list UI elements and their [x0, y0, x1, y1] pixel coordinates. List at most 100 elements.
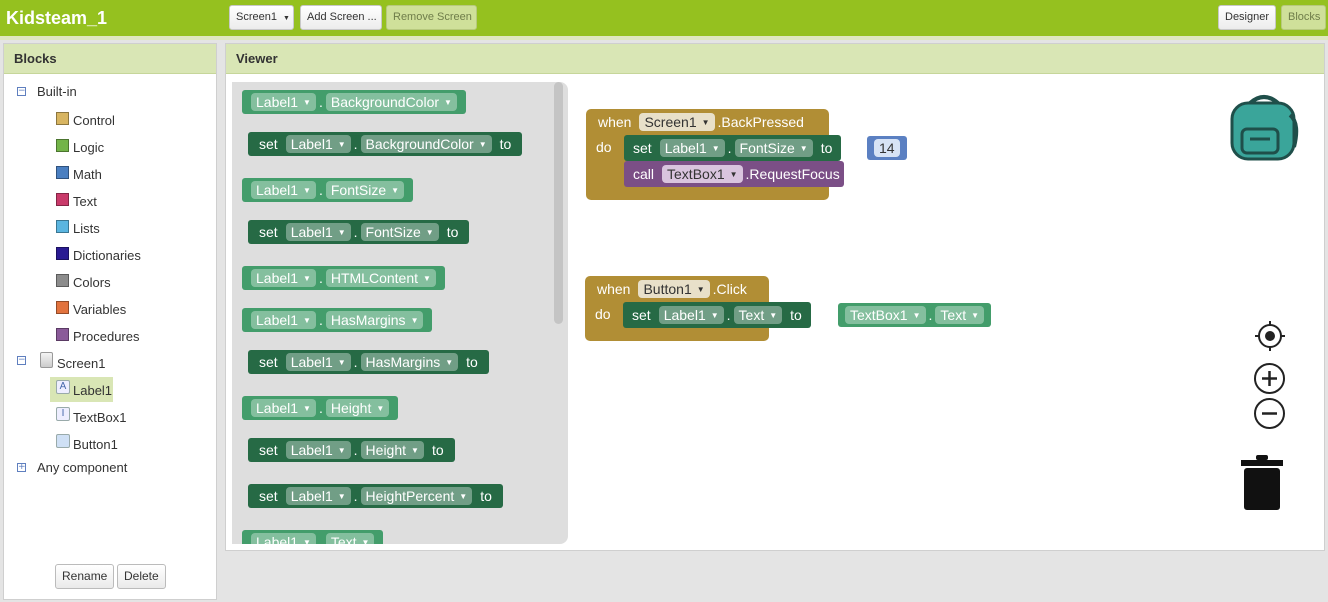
drawer-component-dropdown[interactable]: Label1 ▼ [285, 135, 351, 153]
drawer-get-fontsize-block[interactable]: Label1 ▼. FontSize ▼ [242, 178, 414, 202]
drawer-component-dropdown[interactable]: Label1 ▼ [285, 487, 351, 505]
category-text[interactable]: Text [73, 194, 97, 210]
drawer-get-hasmargins-block[interactable]: Label1 ▼. HasMargins ▼ [242, 308, 433, 332]
call-method-name: .RequestFocus [745, 166, 840, 182]
drawer-component-dropdown[interactable]: Label1 ▼ [251, 93, 316, 111]
category-math[interactable]: Math [73, 167, 102, 183]
plus-circle-icon[interactable] [1253, 362, 1286, 395]
get-textbox-text-block[interactable]: TextBox1 ▼ . Text ▼ [838, 303, 992, 327]
set-property-dropdown[interactable]: Text ▼ [733, 306, 783, 324]
set-component-dropdown[interactable]: Label1 ▼ [659, 139, 725, 157]
get-property-dropdown[interactable]: Text ▼ [935, 306, 985, 324]
dropdown-arrow-icon: ▼ [444, 98, 452, 108]
drawer-set-height-block[interactable]: set Label1 ▼. Height ▼ to [248, 438, 455, 462]
component-textbox1[interactable]: TextBox1 [73, 410, 126, 426]
screen-select-dropdown[interactable]: Screen1 ▼ [229, 5, 294, 30]
drawer-property-dropdown[interactable]: FontSize ▼ [325, 181, 405, 199]
dot-separator: . [318, 182, 323, 198]
drawer-get-backgroundcolor-block[interactable]: Label1 ▼. BackgroundColor ▼ [242, 90, 466, 114]
drawer-property-dropdown[interactable]: HasMargins ▼ [325, 311, 424, 329]
event-component-dropdown[interactable]: Button1 ▼ [638, 280, 710, 298]
block-drawer[interactable]: Label1 ▼. BackgroundColor ▼ set Label1 ▼. Backg… [232, 82, 568, 544]
drawer-set-hasmargins-block[interactable]: set Label1 ▼. HasMargins ▼ to [248, 350, 489, 374]
drawer-property-dropdown[interactable]: Height ▼ [360, 441, 424, 459]
number-block[interactable]: 14 [867, 136, 907, 160]
drawer-property-dropdown[interactable]: BackgroundColor ▼ [360, 135, 492, 153]
drawer-property-dropdown[interactable]: HTMLContent ▼ [325, 269, 436, 287]
any-component-label[interactable]: Any component [37, 460, 127, 476]
dot-separator: . [353, 224, 358, 240]
blocks-button[interactable]: Blocks [1281, 5, 1326, 30]
set-component-dropdown[interactable]: Label1 ▼ [658, 306, 724, 324]
backpack-icon[interactable] [1228, 93, 1300, 163]
drawer-component-dropdown[interactable]: Label1 ▼ [285, 353, 351, 371]
add-screen-button[interactable]: Add Screen ... [300, 5, 382, 30]
screen-label[interactable]: Screen1 [57, 356, 105, 372]
collapse-screen-icon[interactable]: − [17, 356, 26, 365]
expand-any-component-icon[interactable]: + [17, 463, 26, 472]
drawer-component-dropdown[interactable]: Label1 ▼ [285, 441, 351, 459]
category-control[interactable]: Control [73, 113, 115, 129]
blocks-panel-title: Blocks [4, 44, 216, 74]
drawer-component-dropdown[interactable]: Label1 ▼ [251, 269, 316, 287]
call-requestfocus-block[interactable]: call TextBox1 ▼ .RequestFocus [624, 161, 844, 187]
drawer-property-dropdown[interactable]: Text ▼ [325, 533, 375, 544]
get-component-dropdown[interactable]: TextBox1 ▼ [845, 306, 926, 324]
set-text-block[interactable]: set Label1 ▼ . Text ▼ to [623, 302, 811, 328]
drawer-component-dropdown[interactable]: Label1 ▼ [251, 533, 316, 544]
call-component-dropdown[interactable]: TextBox1 ▼ [662, 165, 743, 183]
dropdown-arrow-icon: ▼ [303, 98, 311, 108]
dot-separator: . [353, 136, 358, 152]
designer-button[interactable]: Designer [1218, 5, 1276, 30]
drawer-property-dropdown[interactable]: FontSize ▼ [360, 223, 439, 241]
category-colors[interactable]: Colors [73, 275, 111, 291]
dropdown-arrow-icon: ▼ [303, 186, 311, 196]
delete-button[interactable]: Delete [117, 564, 166, 589]
category-dictionaries[interactable]: Dictionaries [73, 248, 141, 264]
drawer-property-dropdown[interactable]: HasMargins ▼ [360, 353, 459, 371]
drawer-component-dropdown[interactable]: Label1 ▼ [285, 223, 351, 241]
drawer-get-height-block[interactable]: Label1 ▼. Height ▼ [242, 396, 399, 420]
dropdown-arrow-icon: ▼ [391, 186, 400, 196]
drawer-set-fontsize-block[interactable]: set Label1 ▼. FontSize ▼ to [248, 220, 470, 244]
drawer-get-htmlcontent-block[interactable]: Label1 ▼. HTMLContent ▼ [242, 266, 445, 290]
category-procedures[interactable]: Procedures [73, 329, 139, 345]
drawer-property-dropdown[interactable]: HeightPercent ▼ [360, 487, 473, 505]
drawer-property-dropdown[interactable]: BackgroundColor ▼ [325, 93, 457, 111]
event-component-dropdown[interactable]: Screen1 ▼ [639, 113, 715, 131]
drawer-component-dropdown[interactable]: Label1 ▼ [251, 181, 316, 199]
component-button1[interactable]: Button1 [73, 437, 118, 453]
dropdown-arrow-icon: ▼ [711, 144, 720, 154]
category-lists[interactable]: Lists [73, 221, 100, 237]
number-value[interactable]: 14 [874, 139, 900, 157]
drawer-component-label: Label1 [256, 182, 299, 198]
drawer-scrollbar[interactable] [554, 82, 563, 324]
category-swatch-logic [56, 139, 69, 152]
drawer-component-dropdown[interactable]: Label1 ▼ [251, 399, 316, 417]
toolbar-divider [0, 36, 1328, 40]
rename-button[interactable]: Rename [55, 564, 115, 589]
target-icon[interactable] [1254, 320, 1286, 352]
drawer-get-text-block[interactable]: Label1 ▼. Text ▼ [242, 530, 384, 544]
category-logic[interactable]: Logic [73, 140, 104, 156]
drawer-set-backgroundcolor-block[interactable]: set Label1 ▼. BackgroundColor ▼ to [248, 132, 523, 156]
builtin-label[interactable]: Built-in [37, 84, 77, 100]
dropdown-arrow-icon: ▼ [337, 228, 346, 238]
drawer-component-dropdown[interactable]: Label1 ▼ [251, 311, 316, 329]
drawer-set-heightpercent-block[interactable]: set Label1 ▼. HeightPercent ▼ to [248, 484, 503, 508]
dot-separator: . [353, 488, 358, 504]
drawer-property-label: BackgroundColor [365, 136, 474, 152]
drawer-property-dropdown[interactable]: Height ▼ [325, 399, 390, 417]
trash-icon[interactable] [1240, 454, 1284, 512]
category-variables[interactable]: Variables [73, 302, 126, 318]
collapse-builtin-icon[interactable]: − [17, 87, 26, 96]
minus-circle-icon[interactable] [1253, 397, 1286, 430]
set-fontsize-block[interactable]: set Label1 ▼ . FontSize ▼ to [624, 135, 842, 161]
category-swatch-dictionaries [56, 247, 69, 260]
to-keyword: to [820, 140, 833, 156]
component-label1[interactable]: Label1 [73, 383, 112, 399]
event-header-backpressed: when Screen1 ▼ .BackPressed [589, 110, 808, 134]
set-property-dropdown[interactable]: FontSize ▼ [734, 139, 813, 157]
remove-screen-button[interactable]: Remove Screen [386, 5, 477, 30]
dot-separator: . [928, 307, 933, 323]
